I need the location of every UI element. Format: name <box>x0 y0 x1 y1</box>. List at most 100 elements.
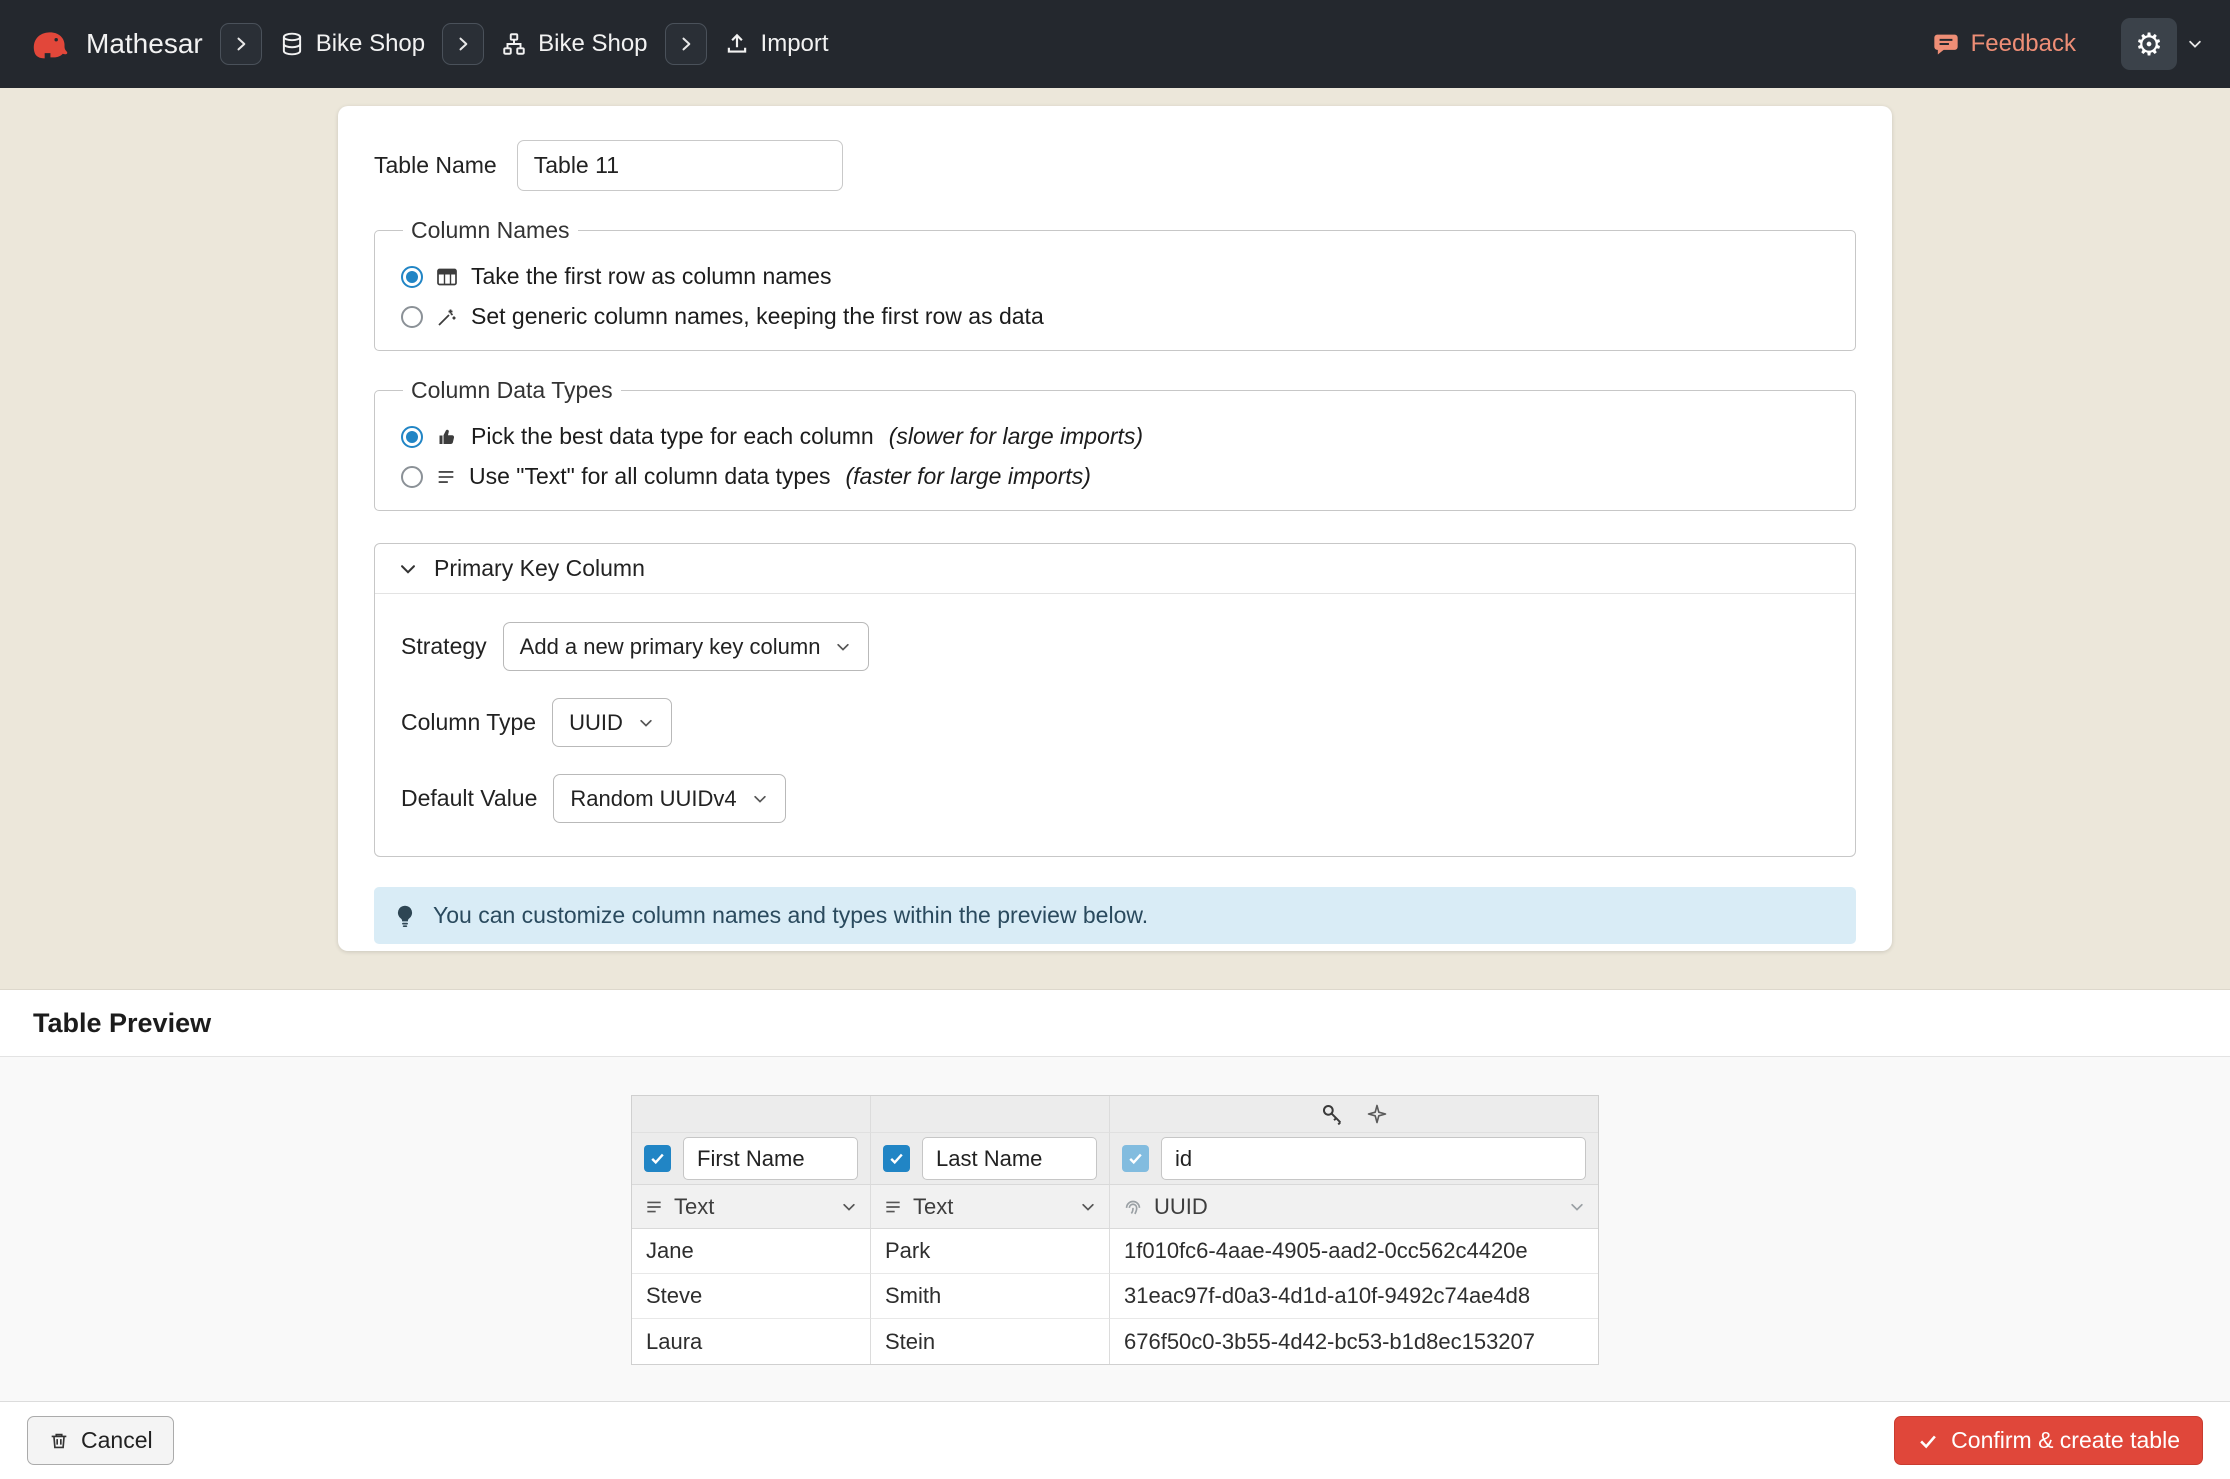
primary-key-section: Primary Key Column Strategy Add a new pr… <box>374 543 1856 857</box>
breadcrumb-schema[interactable]: Bike Shop <box>501 30 647 58</box>
column-name-input-first-name[interactable] <box>683 1137 858 1180</box>
table-cell: 676f50c0-3b55-4d42-bc53-b1d8ec153207 <box>1110 1319 1598 1364</box>
chevron-right-icon <box>231 34 251 54</box>
radio-best-data-type[interactable] <box>401 426 423 448</box>
chevron-down-icon[interactable] <box>2186 35 2204 53</box>
breadcrumb-separator <box>442 23 484 65</box>
info-banner: You can customize column names and types… <box>374 887 1856 944</box>
chevron-right-icon <box>676 34 696 54</box>
settings-menu[interactable]: ⚙ <box>2121 18 2204 70</box>
column-type-value: UUID <box>1154 1194 1208 1220</box>
option-label: Pick the best data type for each column <box>471 423 874 450</box>
info-banner-text: You can customize column names and types… <box>433 902 1148 929</box>
feedback-button[interactable]: Feedback <box>1932 30 2076 58</box>
table-cell: 1f010fc6-4aae-4905-aad2-0cc562c4420e <box>1110 1229 1598 1274</box>
chevron-down-icon <box>751 790 769 808</box>
breadcrumb-database[interactable]: Bike Shop <box>279 30 425 58</box>
option-first-row-as-names[interactable]: Take the first row as column names <box>401 263 1829 290</box>
table-cell: 31eac97f-d0a3-4d1d-a10f-9492c74ae4d8 <box>1110 1274 1598 1319</box>
badge-cell <box>871 1096 1110 1132</box>
cancel-button[interactable]: Cancel <box>27 1416 174 1465</box>
option-label: Take the first row as column names <box>471 263 831 290</box>
column-type-select-id[interactable]: UUID <box>1110 1184 1598 1229</box>
column-type-row: Text Text <box>632 1184 1598 1229</box>
database-icon <box>279 31 305 57</box>
breadcrumb-database-label: Bike Shop <box>316 30 425 58</box>
checkbox-check-icon <box>1127 1150 1144 1167</box>
settings-button[interactable]: ⚙ <box>2121 18 2177 70</box>
column-name-cell <box>871 1132 1110 1184</box>
text-lines-icon <box>435 466 457 488</box>
import-settings-page: Table Name Column Names Take the first r… <box>0 88 2230 989</box>
breadcrumb-schema-label: Bike Shop <box>538 30 647 58</box>
action-bar: Cancel Confirm & create table <box>0 1401 2230 1479</box>
table-row: Jane Park 1f010fc6-4aae-4905-aad2-0cc562… <box>632 1229 1598 1274</box>
app-window: Mathesar Bike Shop Bike Shop <box>0 0 2230 1479</box>
sparkle-icon <box>1365 1102 1389 1126</box>
breadcrumb-import[interactable]: Import <box>724 30 829 58</box>
option-best-data-type[interactable]: Pick the best data type for each column … <box>401 423 1829 450</box>
option-label: Set generic column names, keeping the fi… <box>471 303 1044 330</box>
column-name-cell <box>1110 1132 1598 1184</box>
column-type-row: Column Type UUID <box>401 698 1829 747</box>
column-type-select-value: UUID <box>569 710 623 736</box>
schema-icon <box>501 31 527 57</box>
option-note: (faster for large imports) <box>846 463 1091 490</box>
table-cell: Laura <box>632 1319 871 1364</box>
table-name-row: Table Name <box>374 140 1856 191</box>
column-name-input-id[interactable] <box>1161 1137 1586 1180</box>
column-type-value: Text <box>674 1194 714 1220</box>
column-type-value: Text <box>913 1194 953 1220</box>
badge-cell <box>632 1096 871 1132</box>
column-name-row <box>632 1132 1598 1184</box>
option-note: (slower for large imports) <box>889 423 1143 450</box>
feedback-label: Feedback <box>1971 30 2076 58</box>
chevron-down-icon <box>840 1198 858 1216</box>
import-options-card: Table Name Column Names Take the first r… <box>338 106 1892 951</box>
chevron-down-icon <box>834 638 852 656</box>
radio-all-text[interactable] <box>401 466 423 488</box>
column-type-select[interactable]: UUID <box>552 698 672 747</box>
column-checkbox-last-name[interactable] <box>883 1145 910 1172</box>
confirm-create-table-button[interactable]: Confirm & create table <box>1894 1416 2203 1465</box>
preview-table: Text Text <box>631 1095 1599 1365</box>
table-row: Steve Smith 31eac97f-d0a3-4d1d-a10f-9492… <box>632 1274 1598 1319</box>
default-value-select[interactable]: Random UUIDv4 <box>553 774 785 823</box>
chevron-down-icon <box>1079 1198 1097 1216</box>
radio-generic-names[interactable] <box>401 306 423 328</box>
option-label: Use "Text" for all column data types <box>469 463 831 490</box>
feedback-bubble-icon <box>1932 30 1960 58</box>
table-name-label: Table Name <box>374 152 497 179</box>
column-name-input-last-name[interactable] <box>922 1137 1097 1180</box>
column-data-types-fieldset: Column Data Types Pick the best data typ… <box>374 377 1856 511</box>
table-preview-area: Text Text <box>0 1057 2230 1401</box>
column-checkbox-id[interactable] <box>1122 1145 1149 1172</box>
column-badge-row <box>632 1096 1598 1132</box>
table-row: Laura Stein 676f50c0-3b55-4d42-bc53-b1d8… <box>632 1319 1598 1364</box>
radio-first-row-as-names[interactable] <box>401 266 423 288</box>
cancel-label: Cancel <box>81 1427 153 1454</box>
primary-key-title: Primary Key Column <box>434 555 645 582</box>
column-data-types-legend: Column Data Types <box>403 377 621 404</box>
column-type-select-last-name[interactable]: Text <box>871 1184 1110 1229</box>
strategy-row: Strategy Add a new primary key column <box>401 622 1829 671</box>
column-names-fieldset: Column Names Take the first row as colum… <box>374 217 1856 351</box>
brand[interactable]: Mathesar <box>26 21 203 67</box>
table-preview-title: Table Preview <box>33 1008 211 1039</box>
fingerprint-icon <box>1122 1196 1144 1218</box>
breadcrumb-separator <box>665 23 707 65</box>
column-names-legend: Column Names <box>403 217 578 244</box>
strategy-select[interactable]: Add a new primary key column <box>503 622 870 671</box>
chevron-down-icon <box>1568 1198 1586 1216</box>
option-all-text[interactable]: Use "Text" for all column data types (fa… <box>401 463 1829 490</box>
confirm-label: Confirm & create table <box>1951 1427 2180 1454</box>
trash-icon <box>48 1430 70 1452</box>
default-value-select-value: Random UUIDv4 <box>570 786 736 812</box>
column-checkbox-first-name[interactable] <box>644 1145 671 1172</box>
default-value-label: Default Value <box>401 785 537 812</box>
option-generic-names[interactable]: Set generic column names, keeping the fi… <box>401 303 1829 330</box>
table-name-input[interactable] <box>517 140 843 191</box>
column-type-select-first-name[interactable]: Text <box>632 1184 871 1229</box>
primary-key-collapse-header[interactable]: Primary Key Column <box>375 544 1855 594</box>
table-cell: Park <box>871 1229 1110 1274</box>
